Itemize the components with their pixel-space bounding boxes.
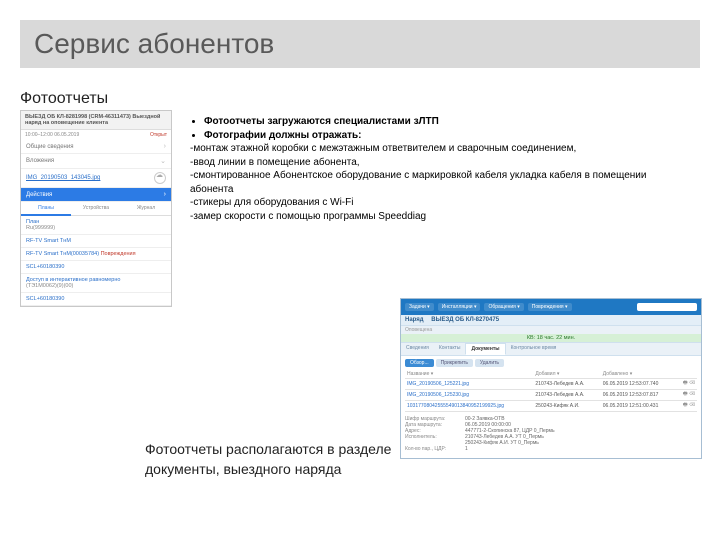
order-id: ВЫЕЗД ОБ КЛ-8270475	[431, 317, 499, 323]
mobile-attachment-item[interactable]: IMG_20190503_143045.jpg	[21, 169, 171, 188]
documents-table: Название ▾ Добавил ▾ Добавлено ▾ IMG_201…	[405, 370, 697, 412]
doc-date: 06.05.2019 12:53:07.817	[601, 390, 677, 401]
dash-2: -ввод линии в помещение абонента,	[190, 156, 660, 170]
list-item[interactable]: Доступ в интерактивное равномерно (ТЭ1М0…	[21, 274, 171, 293]
row-actions-icon[interactable]: 🖶 ⌫	[677, 401, 698, 412]
table-row[interactable]: IMG_20190506_125221.jpg 210743-Лебедев А…	[405, 379, 697, 390]
title-bar: Сервис абонентов	[20, 20, 700, 68]
order-header: Наряд ВЫЕЗД ОБ КЛ-8270475	[401, 315, 701, 326]
doc-author: 250243-Кифяк А.И.	[533, 401, 600, 412]
meta-key: Кол-во пар., ЦДР:	[405, 446, 465, 452]
mobile-screenshot: ВЫЕЗД ОБ КЛ-8281998 (CRM-46311473) Выезд…	[20, 110, 172, 307]
doc-date: 06.05.2019 12:53:07.740	[601, 379, 677, 390]
menu-install[interactable]: Инсталляции ▾	[438, 303, 481, 311]
tab-details[interactable]: Сведения	[401, 343, 434, 355]
doc-name[interactable]: 10317708042555549013840952199925.jpg	[405, 401, 533, 412]
mobile-tabs: Планы Устройства Журнал	[21, 202, 171, 216]
tab-documents[interactable]: Документы	[465, 343, 505, 355]
list-item[interactable]: RF-TV Smart ТнМ(00035784) Повреждения	[21, 248, 171, 261]
mobile-row-info[interactable]: Общие сведения ›	[21, 140, 171, 154]
slide-root: Сервис абонентов Фотоотчеты Фотоотчеты з…	[0, 0, 720, 540]
mobile-att-label: Вложения	[26, 158, 160, 164]
bullet-block: Фотоотчеты загружаются специалистами зЛТ…	[190, 115, 660, 223]
cloud-icon[interactable]	[154, 172, 166, 184]
doc-name[interactable]: IMG_20190506_125221.jpg	[405, 379, 533, 390]
mobile-row-actions[interactable]: Действия ›	[21, 188, 171, 202]
desktop-topbar: Задачи ▾ Инсталляции ▾ Обращения ▾ Повре…	[401, 299, 701, 315]
col-name[interactable]: Название ▾	[405, 370, 533, 379]
menu-tasks[interactable]: Задачи ▾	[405, 303, 434, 311]
meta-val: 1	[465, 446, 468, 452]
dash-3: -смонтированное Абонентское оборудование…	[190, 169, 660, 196]
col-date[interactable]: Добавлено ▾	[601, 370, 677, 379]
doc-author: 210743-Лебедев А.А.	[533, 390, 600, 401]
list-item[interactable]: SCL+60180390	[21, 261, 171, 274]
mobile-subtitle: 10:00–12:00 06.05.2019 Открыт	[21, 130, 171, 140]
warning-label: Повреждения	[101, 251, 136, 257]
mobile-row-attachments[interactable]: Вложения ⌄	[21, 154, 171, 169]
list-sub: Ru(999999)	[26, 225, 166, 231]
mobile-tab-plans[interactable]: Планы	[21, 202, 71, 216]
order-status: Оповещена	[401, 326, 701, 334]
order-label: Наряд	[405, 317, 424, 323]
page-title: Сервис абонентов	[34, 28, 274, 60]
mobile-tab-log[interactable]: Журнал	[121, 202, 171, 216]
list-item[interactable]: План Ru(999999)	[21, 216, 171, 235]
row-actions-icon[interactable]: 🖶 ⌫	[677, 379, 698, 390]
bullet-2: Фотографии должны отражать:	[204, 130, 362, 141]
desktop-screenshot: Задачи ▾ Инсталляции ▾ Обращения ▾ Повре…	[400, 298, 702, 459]
menu-damage[interactable]: Повреждения ▾	[528, 303, 572, 311]
doc-name[interactable]: IMG_20190506_125230.jpg	[405, 390, 533, 401]
doc-toolbar: Обзор... Прикрепить Удалить	[405, 359, 697, 367]
table-row[interactable]: 10317708042555549013840952199925.jpg 250…	[405, 401, 697, 412]
dash-4: -стикеры для оборудования с Wi-Fi	[190, 196, 660, 210]
search-input[interactable]	[637, 303, 697, 311]
tab-contacts[interactable]: Контакты	[434, 343, 466, 355]
meta-val: 250243-Кифяк А.И. УТ 0_Пермь	[465, 440, 539, 446]
bullet-1: Фотоотчеты загружаются специалистами зЛТ…	[204, 116, 439, 127]
browse-button[interactable]: Обзор...	[405, 359, 434, 367]
list-item[interactable]: RF-TV Smart ТнМ	[21, 235, 171, 248]
mobile-info-label: Общие сведения	[26, 144, 164, 150]
list-item[interactable]: SCL+60180390	[21, 293, 171, 306]
table-row[interactable]: IMG_20190506_125230.jpg 210743-Лебедев А…	[405, 390, 697, 401]
mobile-list: План Ru(999999) RF-TV Smart ТнМ RF-TV Sm…	[21, 216, 171, 306]
kv-badge: КВ: 18 час. 22 мин.	[401, 334, 701, 343]
chevron-down-icon: ⌄	[160, 157, 166, 165]
menu-requests[interactable]: Обращения ▾	[484, 303, 523, 311]
mobile-title: ВЫЕЗД ОБ КЛ-8281998 (CRM-46311473) Выезд…	[21, 111, 171, 130]
chevron-right-icon: ›	[164, 143, 166, 150]
chevron-right-icon: ›	[164, 191, 166, 198]
mobile-time: 10:00–12:00 06.05.2019	[25, 132, 79, 138]
table-header-row: Название ▾ Добавил ▾ Добавлено ▾	[405, 370, 697, 379]
order-meta: Шифр маршрута:00-2 Заявка-ОТВ Дата маршр…	[405, 416, 697, 452]
mobile-tab-devices[interactable]: Устройства	[71, 202, 121, 216]
col-author[interactable]: Добавил ▾	[533, 370, 600, 379]
mobile-actions-label: Действия	[26, 192, 164, 198]
dash-1: -монтаж этажной коробки с межэтажным отв…	[190, 142, 660, 156]
desktop-tabs: Сведения Контакты Документы Контрольное …	[401, 343, 701, 356]
list-link: RF-TV Smart ТнМ(00035784)	[26, 251, 99, 257]
section-heading: Фотоотчеты	[20, 90, 108, 108]
tab-control-time[interactable]: Контрольное время	[506, 343, 562, 355]
mobile-attachment-name: IMG_20190503_143045.jpg	[26, 175, 100, 181]
row-actions-icon[interactable]: 🖶 ⌫	[677, 390, 698, 401]
dash-5: -замер скорости с помощью программы Spee…	[190, 210, 660, 224]
doc-author: 210743-Лебедев А.А.	[533, 379, 600, 390]
delete-button[interactable]: Удалить	[475, 359, 504, 367]
bottom-caption: Фотоотчеты располагаются в разделе докум…	[145, 440, 405, 479]
attach-button[interactable]: Прикрепить	[436, 359, 473, 367]
desktop-body: Обзор... Прикрепить Удалить Название ▾ Д…	[401, 356, 701, 458]
mobile-status: Открыт	[150, 132, 167, 138]
doc-date: 06.05.2019 12:51:00.431	[601, 401, 677, 412]
list-sub: (ТЭ1М0062)(9)(00)	[26, 283, 166, 289]
